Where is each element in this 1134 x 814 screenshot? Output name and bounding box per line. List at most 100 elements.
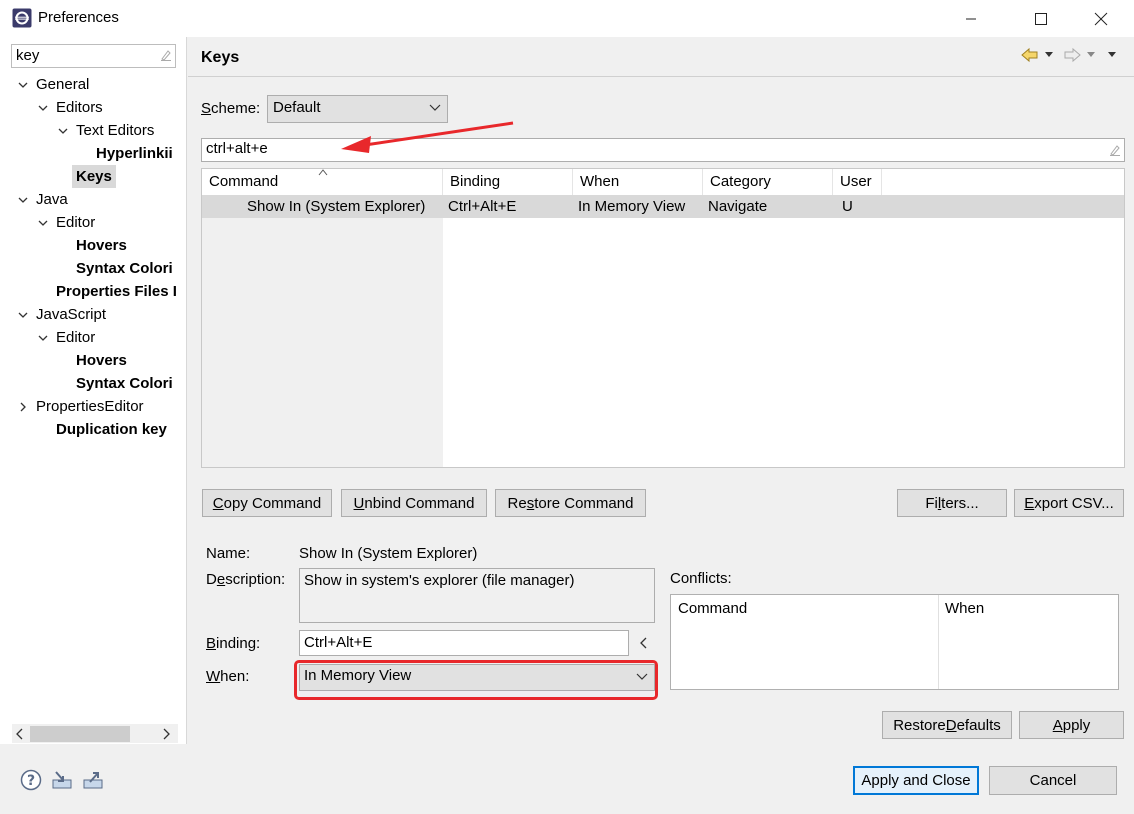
filter-input-value: key: [16, 47, 40, 64]
description-value: Show in system's explorer (file manager): [304, 572, 575, 589]
minimize-icon: [966, 18, 976, 19]
eclipse-logo-icon: [12, 8, 32, 28]
keys-search-value: ctrl+alt+e: [206, 140, 268, 157]
tree-item-label: Text Editors: [76, 122, 155, 139]
when-label: When:: [206, 668, 250, 685]
restore-command-button[interactable]: Re s tore Command: [495, 489, 646, 517]
tree-item[interactable]: Syntax Colori: [14, 372, 184, 395]
export-csv-button[interactable]: Export CSV...: [1014, 489, 1124, 517]
apply-button[interactable]: Apply: [1019, 711, 1124, 739]
filters-button[interactable]: Fi l ters...: [897, 489, 1007, 517]
tree-item[interactable]: Editors: [14, 96, 184, 119]
description-field: Show in system's explorer (file manager): [299, 568, 655, 623]
column-header-when[interactable]: When: [573, 169, 703, 195]
name-label: Name:: [206, 545, 251, 562]
sort-ascending-icon: [318, 169, 328, 176]
cancel-button[interactable]: Cancel: [989, 766, 1117, 795]
tree-item[interactable]: Hovers: [14, 234, 184, 257]
tree-item[interactable]: PropertiesEditor: [14, 395, 184, 418]
column-header-binding[interactable]: Binding: [443, 169, 573, 195]
window-title: Preferences: [38, 9, 119, 26]
binding-menu-chevron-icon[interactable]: [639, 637, 649, 649]
tree-item[interactable]: Hovers: [14, 349, 184, 372]
tree-item[interactable]: Editor: [14, 211, 184, 234]
tree-expanded-chevron-icon[interactable]: [18, 80, 28, 90]
forward-menu-chevron-icon[interactable]: [1086, 51, 1096, 59]
minimize-button[interactable]: [948, 0, 994, 37]
preferences-tree: General Editors Text Editors Hyperlinkii Key…: [14, 73, 184, 441]
conflicts-column-divider: [938, 595, 939, 689]
scheme-select-value: Default: [273, 99, 321, 116]
chevron-down-icon: [429, 104, 441, 111]
unbind-command-button[interactable]: Unbind Command: [341, 489, 487, 517]
tree-expanded-chevron-icon[interactable]: [58, 126, 68, 136]
close-button[interactable]: [1078, 0, 1124, 37]
annotation-arrow: [341, 121, 514, 153]
restore-defaults-button[interactable]: Restore Defaults: [882, 711, 1012, 739]
tree-item-label: Editor: [56, 214, 96, 231]
filter-input[interactable]: key: [11, 44, 176, 68]
tree-item-label: PropertiesEditor: [36, 398, 144, 415]
cell-category: Navigate: [708, 198, 768, 215]
tree-item[interactable]: JavaScript: [14, 303, 184, 326]
binding-label: Binding:: [206, 635, 261, 652]
tree-expanded-chevron-icon[interactable]: [18, 310, 28, 320]
tree-item-label: Keys: [72, 165, 116, 188]
help-icon[interactable]: ?: [20, 769, 42, 791]
tree-collapsed-chevron-icon[interactable]: [18, 402, 28, 412]
scroll-left-icon[interactable]: [15, 728, 25, 740]
tree-item[interactable]: Syntax Colori: [14, 257, 184, 280]
tree-item-label: Editors: [56, 99, 103, 116]
annotation-highlight-box: [294, 660, 658, 700]
tree-expanded-chevron-icon[interactable]: [38, 333, 48, 343]
back-menu-chevron-icon[interactable]: [1044, 51, 1054, 59]
column-header-category[interactable]: Category: [703, 169, 833, 195]
binding-input[interactable]: Ctrl+Alt+E: [299, 630, 629, 656]
copy-command-button[interactable]: Copy Command: [202, 489, 332, 517]
conflicts-label: Conflicts:: [670, 570, 732, 587]
tree-item[interactable]: Java: [14, 188, 184, 211]
clear-search-icon[interactable]: [1108, 143, 1122, 157]
tree-item-label: Syntax Colori: [76, 260, 173, 277]
tree-expanded-chevron-icon[interactable]: [38, 218, 48, 228]
tree-item[interactable]: Duplication key: [14, 418, 184, 441]
scheme-label: Scheme:: [201, 100, 261, 117]
tree-item[interactable]: Keys: [14, 165, 184, 188]
name-value: Show In (System Explorer): [299, 545, 478, 562]
conflicts-header-command[interactable]: Command: [678, 600, 747, 617]
apply-and-close-button[interactable]: Apply and Close: [853, 766, 979, 795]
tree-item[interactable]: Properties Files I: [14, 280, 184, 303]
tree-expanded-chevron-icon[interactable]: [38, 103, 48, 113]
page-header: [188, 37, 1134, 77]
forward-arrow-icon[interactable]: [1063, 47, 1081, 63]
conflicts-header-when[interactable]: When: [945, 600, 984, 617]
tree-item[interactable]: General: [14, 73, 184, 96]
maximize-button[interactable]: [1018, 0, 1064, 37]
tree-item-label: Duplication key: [56, 421, 167, 438]
command-column-shade: [202, 218, 443, 467]
tree-item-label: Java: [36, 191, 68, 208]
description-label: Description:: [206, 571, 286, 588]
tree-item-label: JavaScript: [36, 306, 107, 323]
close-icon: [1094, 12, 1108, 25]
tree-item-label: Hovers: [76, 237, 127, 254]
export-icon[interactable]: [82, 769, 104, 791]
tree-item-label: Hovers: [76, 352, 127, 369]
import-icon[interactable]: [51, 769, 73, 791]
svg-text:?: ?: [27, 773, 35, 789]
tree-item-label: Hyperlinkii: [96, 145, 173, 162]
tree-item[interactable]: Hyperlinkii: [14, 142, 184, 165]
cell-command: Show In (System Explorer): [247, 198, 426, 215]
tree-expanded-chevron-icon[interactable]: [18, 195, 28, 205]
cell-when: In Memory View: [578, 198, 686, 215]
clear-filter-icon[interactable]: [159, 48, 173, 62]
column-header-user[interactable]: User: [833, 169, 882, 195]
tree-item-label: General: [36, 76, 90, 93]
tree-item[interactable]: Text Editors: [14, 119, 184, 142]
back-arrow-icon[interactable]: [1021, 47, 1039, 63]
scroll-right-icon[interactable]: [161, 728, 171, 740]
view-menu-icon[interactable]: [1107, 51, 1117, 59]
scrollbar-thumb[interactable]: [30, 726, 130, 742]
tree-item[interactable]: Editor: [14, 326, 184, 349]
tree-item-label: Properties Files I: [56, 283, 177, 300]
